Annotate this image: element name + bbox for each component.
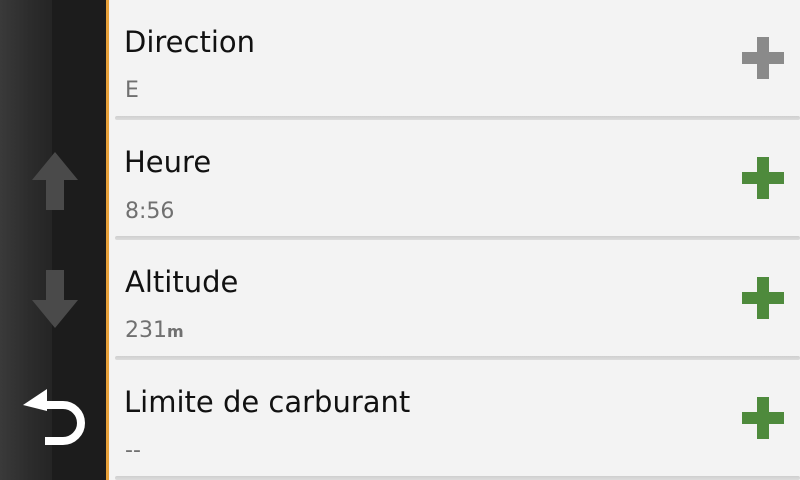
screen: Direction E Heure 8:56 Altitude 231m Lim… bbox=[0, 0, 800, 480]
item-title: Limite de carburant bbox=[124, 385, 411, 419]
item-value-text: 8:56 bbox=[125, 199, 175, 224]
item-title: Heure bbox=[124, 145, 212, 179]
list-item-altitude[interactable]: Altitude 231m bbox=[109, 240, 800, 360]
item-value: -- bbox=[125, 440, 141, 462]
list-item-heure[interactable]: Heure 8:56 bbox=[109, 120, 800, 240]
back-arrow-icon bbox=[23, 389, 85, 445]
arrow-up-icon bbox=[32, 152, 78, 210]
list-item-direction[interactable]: Direction E bbox=[109, 0, 800, 120]
item-value: 231m bbox=[125, 320, 184, 342]
scroll-down-button[interactable] bbox=[20, 264, 90, 334]
item-value-text: 231 bbox=[125, 318, 167, 343]
item-title: Altitude bbox=[125, 265, 239, 299]
arrow-down-icon bbox=[32, 270, 78, 328]
item-value: 8:56 bbox=[125, 201, 174, 223]
plus-icon[interactable] bbox=[742, 37, 784, 79]
back-button[interactable] bbox=[20, 384, 90, 454]
plus-icon[interactable] bbox=[742, 397, 784, 439]
item-value-text: E bbox=[125, 78, 139, 103]
plus-icon[interactable] bbox=[742, 277, 784, 319]
navigation-rail bbox=[0, 0, 106, 480]
divider bbox=[115, 476, 800, 480]
item-title: Direction bbox=[124, 25, 256, 59]
scroll-up-button[interactable] bbox=[20, 146, 90, 216]
item-value: E bbox=[125, 80, 139, 102]
item-value-text: -- bbox=[125, 438, 141, 463]
list-item-limite-de-carburant[interactable]: Limite de carburant -- bbox=[109, 360, 800, 480]
plus-icon[interactable] bbox=[742, 157, 784, 199]
data-field-list: Direction E Heure 8:56 Altitude 231m Lim… bbox=[109, 0, 800, 480]
item-unit: m bbox=[167, 322, 184, 341]
